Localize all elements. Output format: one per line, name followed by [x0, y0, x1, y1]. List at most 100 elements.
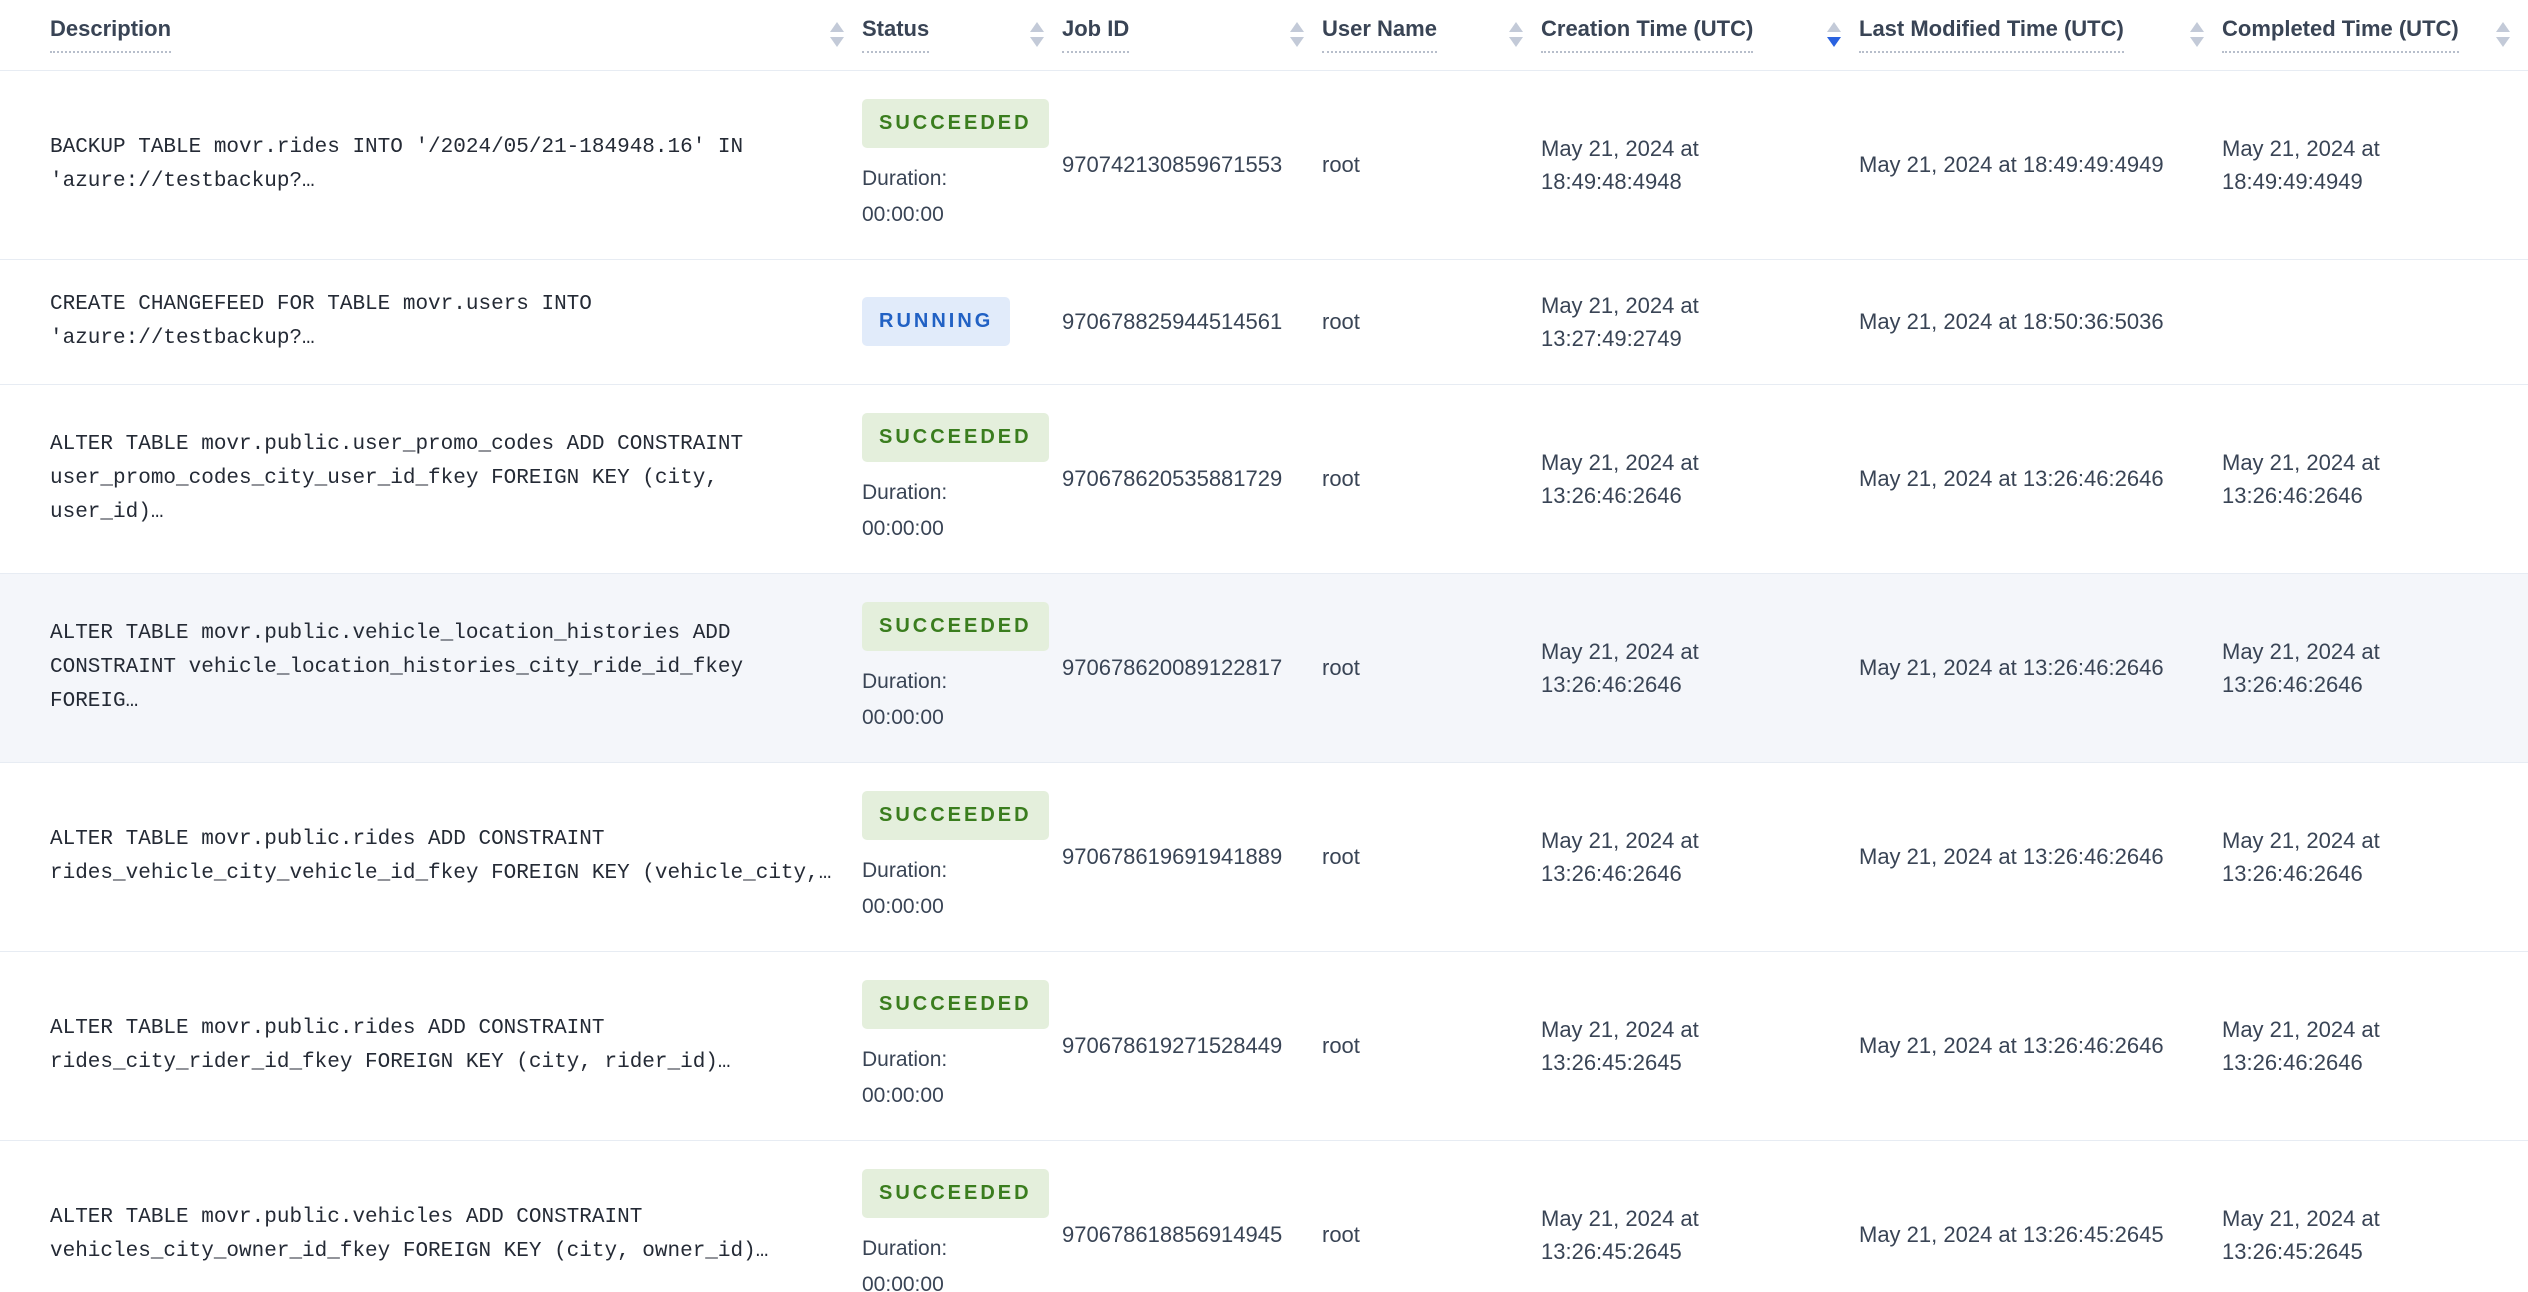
column-header-job-id[interactable]: Job ID — [1062, 0, 1322, 71]
job-row[interactable]: ALTER TABLE movr.public.user_promo_codes… — [0, 384, 2528, 573]
job-creation-time: May 21, 2024 at 13:27:49:2749 — [1541, 292, 1699, 351]
job-id: 970678825944514561 — [1062, 309, 1283, 334]
job-description: ALTER TABLE movr.public.vehicles ADD CON… — [50, 1205, 769, 1263]
job-completed-time: May 21, 2024 at 18:49:49:4949 — [2222, 135, 2380, 194]
duration-value: 00:00:00 — [862, 516, 944, 540]
job-creation-time: May 21, 2024 at 18:49:48:4948 — [1541, 135, 1699, 194]
job-id: 970678620089122817 — [1062, 655, 1283, 680]
job-user-name: root — [1322, 1033, 1360, 1058]
column-header-last-modified-time-utc[interactable]: Last Modified Time (UTC) — [1859, 0, 2222, 71]
job-completed-time: May 21, 2024 at 13:26:46:2646 — [2222, 638, 2380, 697]
job-last-modified-time: May 21, 2024 at 13:26:46:2646 — [1859, 1033, 2164, 1058]
sort-icons — [1509, 22, 1523, 48]
job-status-cell: SUCCEEDED Duration: 00:00:00 — [862, 762, 1062, 951]
column-header-description[interactable]: Description — [0, 0, 862, 71]
table-body: BACKUP TABLE movr.rides INTO '/2024/05/2… — [0, 70, 2528, 1292]
job-row[interactable]: ALTER TABLE movr.public.rides ADD CONSTR… — [0, 951, 2528, 1140]
column-header-label: Last Modified Time (UTC) — [1859, 16, 2124, 54]
job-id: 970742130859671553 — [1062, 152, 1283, 177]
duration-label: Duration: — [862, 1236, 948, 1260]
sort-descending-icon — [1030, 37, 1044, 48]
job-duration: Duration: 00:00:00 — [862, 163, 1032, 231]
column-header-creation-time-utc[interactable]: Creation Time (UTC) — [1541, 0, 1859, 71]
column-header-label: Completed Time (UTC) — [2222, 16, 2459, 54]
sort-descending-icon — [2190, 37, 2204, 48]
sort-descending-icon — [830, 37, 844, 48]
column-header-label: Creation Time (UTC) — [1541, 16, 1754, 54]
job-duration: Duration: 00:00:00 — [862, 1044, 1032, 1112]
sort-descending-icon — [1827, 37, 1841, 48]
sort-descending-icon — [2496, 37, 2510, 48]
job-user-name: root — [1322, 152, 1360, 177]
job-last-modified-time: May 21, 2024 at 13:26:46:2646 — [1859, 655, 2164, 680]
job-id: 970678618856914945 — [1062, 1222, 1283, 1247]
duration-label: Duration: — [862, 166, 948, 190]
duration-value: 00:00:00 — [862, 1272, 944, 1292]
job-id: 970678619691941889 — [1062, 844, 1283, 869]
sort-icons — [1290, 22, 1304, 48]
job-completed-time: May 21, 2024 at 13:26:45:2645 — [2222, 1205, 2380, 1264]
job-last-modified-time: May 21, 2024 at 18:49:49:4949 — [1859, 152, 2164, 177]
job-description: ALTER TABLE movr.public.vehicle_location… — [50, 621, 744, 713]
sort-ascending-icon — [2496, 22, 2510, 33]
job-creation-time: May 21, 2024 at 13:26:45:2645 — [1541, 1205, 1699, 1264]
sort-descending-icon — [1509, 37, 1523, 48]
sort-icons — [1030, 22, 1044, 48]
job-duration: Duration: 00:00:00 — [862, 477, 1032, 545]
job-status-cell: SUCCEEDED Duration: 00:00:00 — [862, 70, 1062, 259]
sort-ascending-icon — [1827, 22, 1841, 33]
sort-ascending-icon — [830, 22, 844, 33]
sort-ascending-icon — [2190, 22, 2204, 33]
job-completed-time: May 21, 2024 at 13:26:46:2646 — [2222, 449, 2380, 508]
column-header-completed-time-utc[interactable]: Completed Time (UTC) — [2222, 0, 2528, 71]
job-duration: Duration: 00:00:00 — [862, 855, 1032, 923]
job-duration: Duration: 00:00:00 — [862, 666, 1032, 734]
job-user-name: root — [1322, 844, 1360, 869]
job-description: CREATE CHANGEFEED FOR TABLE movr.users I… — [50, 292, 592, 350]
job-status-cell: SUCCEEDED Duration: 00:00:00 — [862, 384, 1062, 573]
sort-descending-icon — [1290, 37, 1304, 48]
job-last-modified-time: May 21, 2024 at 18:50:36:5036 — [1859, 309, 2164, 334]
table-header: Description Status Job ID User Name Crea… — [0, 0, 2528, 71]
job-row[interactable]: ALTER TABLE movr.public.vehicle_location… — [0, 573, 2528, 762]
sort-icons — [830, 22, 844, 48]
job-last-modified-time: May 21, 2024 at 13:26:46:2646 — [1859, 844, 2164, 869]
duration-value: 00:00:00 — [862, 202, 944, 226]
job-user-name: root — [1322, 309, 1360, 334]
status-badge: SUCCEEDED — [862, 1168, 1049, 1218]
sort-ascending-icon — [1290, 22, 1304, 33]
duration-label: Duration: — [862, 1047, 948, 1071]
job-row[interactable]: ALTER TABLE movr.public.rides ADD CONSTR… — [0, 762, 2528, 951]
duration-value: 00:00:00 — [862, 705, 944, 729]
status-badge: SUCCEEDED — [862, 412, 1049, 462]
column-header-user-name[interactable]: User Name — [1322, 0, 1541, 71]
job-description: ALTER TABLE movr.public.user_promo_codes… — [50, 432, 744, 524]
status-badge: RUNNING — [862, 297, 1011, 346]
job-description: ALTER TABLE movr.public.rides ADD CONSTR… — [50, 827, 832, 885]
header-row: Description Status Job ID User Name Crea… — [0, 0, 2528, 71]
sort-icons — [2496, 22, 2510, 48]
job-status-cell: SUCCEEDED Duration: 00:00:00 — [862, 1140, 1062, 1292]
job-user-name: root — [1322, 466, 1360, 491]
sort-ascending-icon — [1030, 22, 1044, 33]
column-header-label: Description — [50, 16, 172, 54]
status-badge: SUCCEEDED — [862, 790, 1049, 840]
job-description: BACKUP TABLE movr.rides INTO '/2024/05/2… — [50, 135, 744, 193]
job-completed-time — [2222, 259, 2528, 384]
job-creation-time: May 21, 2024 at 13:26:45:2645 — [1541, 1016, 1699, 1075]
job-creation-time: May 21, 2024 at 13:26:46:2646 — [1541, 827, 1699, 886]
sort-ascending-icon — [1509, 22, 1523, 33]
job-user-name: root — [1322, 1222, 1360, 1247]
job-row[interactable]: CREATE CHANGEFEED FOR TABLE movr.users I… — [0, 259, 2528, 384]
duration-label: Duration: — [862, 669, 948, 693]
job-description: ALTER TABLE movr.public.rides ADD CONSTR… — [50, 1016, 731, 1074]
column-header-label: User Name — [1322, 16, 1437, 54]
sort-icons — [1827, 22, 1841, 48]
job-user-name: root — [1322, 655, 1360, 680]
column-header-status[interactable]: Status — [862, 0, 1062, 71]
job-status-cell: SUCCEEDED Duration: 00:00:00 — [862, 951, 1062, 1140]
job-row[interactable]: BACKUP TABLE movr.rides INTO '/2024/05/2… — [0, 70, 2528, 259]
job-last-modified-time: May 21, 2024 at 13:26:46:2646 — [1859, 466, 2164, 491]
column-header-label: Job ID — [1062, 16, 1130, 54]
job-row[interactable]: ALTER TABLE movr.public.vehicles ADD CON… — [0, 1140, 2528, 1292]
